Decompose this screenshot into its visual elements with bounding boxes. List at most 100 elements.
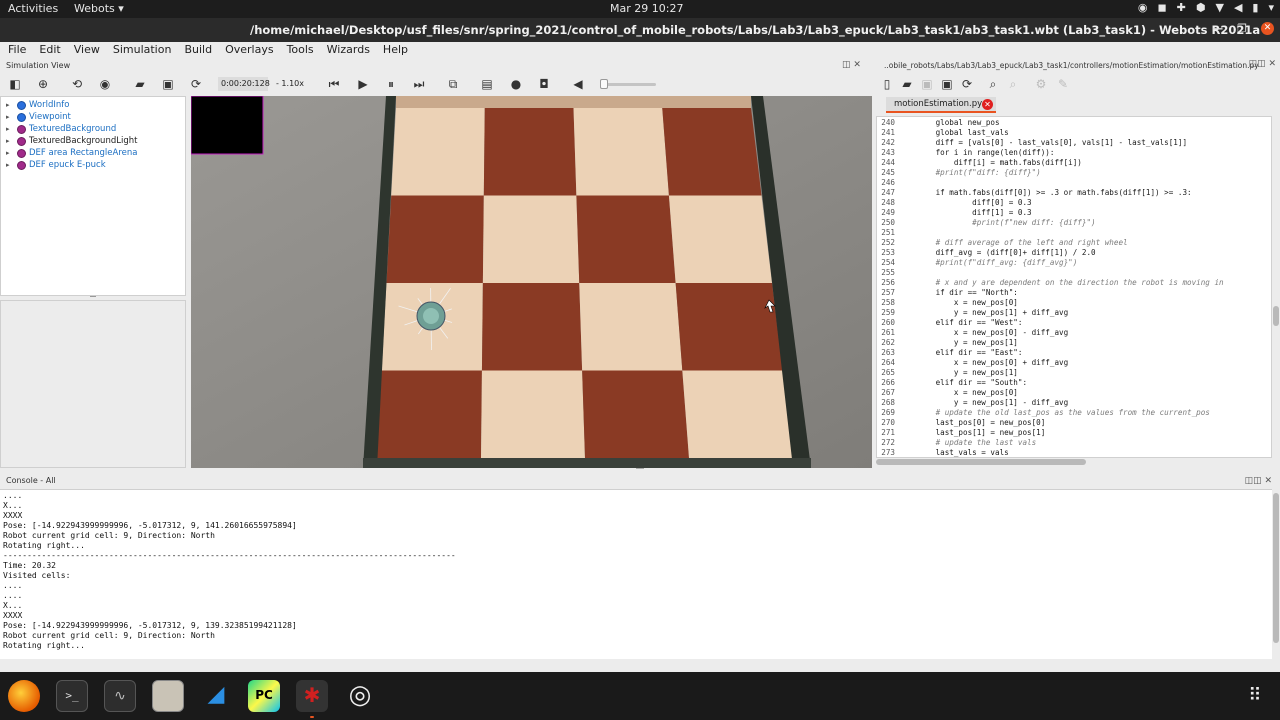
code-line[interactable]: 273 last_vals = vals [877, 448, 1008, 457]
close-tab-icon[interactable]: ✕ [982, 99, 993, 110]
activities-button[interactable]: Activities [8, 2, 58, 15]
wifi-icon[interactable]: ▼ [1215, 1, 1223, 14]
code-line[interactable]: 269 # update the old last_pos as the val… [877, 408, 1210, 418]
obs-icon[interactable]: ◎ [344, 680, 376, 712]
mute-icon[interactable]: ◀ [571, 76, 585, 92]
save-world-icon[interactable]: ▣ [161, 76, 175, 92]
battery-icon[interactable]: ▮ [1252, 1, 1258, 14]
record-icon[interactable]: ● [509, 76, 523, 92]
code-line[interactable]: 243 for i in range(len(diff)): [877, 148, 1054, 158]
add-node-icon[interactable]: ⊕ [36, 76, 50, 92]
code-line[interactable]: 246 [877, 178, 899, 188]
code-line[interactable]: 258 x = new_pos[0] [877, 298, 1018, 308]
code-line[interactable]: 261 x = new_pos[0] - diff_avg [877, 328, 1068, 338]
close-window-icon[interactable]: ✕ [1261, 22, 1274, 35]
3d-viewport[interactable] [191, 96, 872, 468]
code-line[interactable]: 260 elif dir == "West": [877, 318, 1022, 328]
build-icon[interactable]: ⚙ [1034, 76, 1048, 92]
code-line[interactable]: 271 last_pos[1] = new_pos[1] [877, 428, 1045, 438]
code-line[interactable]: 249 diff[1] = 0.3 [877, 208, 1031, 218]
toggle-scene-tree-icon[interactable]: ◧ [8, 76, 22, 92]
webots-icon[interactable]: ✱ [296, 680, 328, 712]
pause-icon[interactable]: ⏸ [384, 76, 398, 92]
step-back-icon[interactable]: ⏮ [327, 76, 341, 92]
find-icon[interactable]: ⌕ [986, 76, 1000, 92]
editor-float-icon[interactable]: ◫◫ ✕ [1249, 59, 1276, 69]
code-line[interactable]: 248 diff[0] = 0.3 [877, 198, 1031, 208]
tree-item-viewpoint[interactable]: ▸ Viewpoint [6, 111, 71, 123]
tree-item-worldinfo[interactable]: ▸ WorldInfo [6, 99, 69, 111]
revert-icon[interactable]: ⟳ [960, 76, 974, 92]
code-line[interactable]: 263 elif dir == "East": [877, 348, 1022, 358]
code-line[interactable]: 251 [877, 228, 899, 238]
minimize-icon[interactable]: — [1212, 22, 1223, 35]
tree-item-texturedbackground[interactable]: ▸ TexturedBackground [6, 123, 116, 135]
app-menu-button[interactable]: Webots ▾ [74, 2, 124, 15]
fast-forward-icon[interactable]: ⏭ [412, 76, 426, 92]
code-horizontal-scrollbar[interactable] [876, 458, 1272, 466]
expand-arrow-icon[interactable]: ▸ [6, 113, 14, 121]
reload-world-icon[interactable]: ⟳ [189, 76, 203, 92]
tree-item-rectanglearena[interactable]: ▸ DEF area RectangleArena [6, 147, 137, 159]
discord-icon[interactable]: ◼ [1158, 1, 1167, 14]
expand-arrow-icon[interactable]: ▸ [6, 149, 14, 157]
open-world-icon[interactable]: ▰ [133, 76, 147, 92]
show-applications-icon[interactable]: ⠿ [1244, 686, 1266, 708]
code-line[interactable]: 247 if math.fabs(diff[0]) >= .3 or math.… [877, 188, 1191, 198]
clock[interactable]: Mar 29 10:27 [610, 2, 683, 15]
save-as-icon[interactable]: ▣ [940, 76, 954, 92]
code-line[interactable]: 256 # x and y are dependent on the direc… [877, 278, 1223, 288]
menu-tools[interactable]: Tools [279, 42, 319, 58]
code-line[interactable]: 250 #print(f"new diff: {diff}") [877, 218, 1095, 228]
scrollbar-thumb[interactable] [1273, 493, 1279, 643]
code-line[interactable]: 242 diff = [vals[0] - last_vals[0], vals… [877, 138, 1187, 148]
shield-icon[interactable]: ⬢ [1196, 1, 1206, 14]
menu-wizards[interactable]: Wizards [319, 42, 375, 58]
save-file-icon[interactable]: ▣ [920, 76, 934, 92]
menu-help[interactable]: Help [375, 42, 413, 58]
code-line[interactable]: 253 diff_avg = (diff[0]+ diff[1]) / 2.0 [877, 248, 1095, 258]
code-line[interactable]: 241 global last_vals [877, 128, 1008, 138]
system-monitor-icon[interactable]: ∿ [104, 680, 136, 712]
code-line[interactable]: 267 x = new_pos[0] [877, 388, 1018, 398]
console-float-icon[interactable]: ◫◫ ✕ [1245, 476, 1272, 486]
new-file-icon[interactable]: ▯ [880, 76, 894, 92]
vscode-icon[interactable]: ◢ [200, 680, 232, 712]
code-line[interactable]: 257 if dir == "North": [877, 288, 1018, 298]
expand-arrow-icon[interactable]: ▸ [6, 137, 14, 145]
eye-icon[interactable]: ◉ [98, 76, 112, 92]
code-line[interactable]: 254 #print(f"diff_avg: {diff_avg}") [877, 258, 1077, 268]
menu-file[interactable]: File [0, 42, 31, 58]
restore-icon[interactable]: ❐ [1237, 22, 1247, 35]
menu-view[interactable]: View [66, 42, 105, 58]
tree-item-epuck[interactable]: ▸ DEF epuck E-puck [6, 159, 106, 171]
volume-slider-handle[interactable] [600, 79, 608, 89]
pycharm-icon[interactable]: PC [248, 680, 280, 712]
chrome-icon[interactable]: ◉ [1138, 1, 1148, 14]
code-line[interactable]: 268 y = new_pos[1] - diff_avg [877, 398, 1068, 408]
viewport-splitter[interactable] [636, 468, 644, 472]
code-line[interactable]: 259 y = new_pos[1] + diff_avg [877, 308, 1068, 318]
arena-render[interactable] [191, 96, 872, 468]
tree-item-texturedbackgroundlight[interactable]: ▸ TexturedBackgroundLight [6, 135, 137, 147]
open-file-icon[interactable]: ▰ [900, 76, 914, 92]
code-line[interactable]: 255 [877, 268, 899, 278]
screenshot-icon[interactable]: ◘ [537, 76, 551, 92]
code-line[interactable]: 244 diff[i] = math.fabs(diff[i]) [877, 158, 1082, 168]
files-icon[interactable] [152, 680, 184, 712]
code-vertical-scrollbar[interactable] [1272, 116, 1280, 458]
console-scrollbar[interactable] [1272, 489, 1280, 659]
code-line[interactable]: 240 global new_pos [877, 118, 999, 128]
reset-node-icon[interactable]: ⟲ [70, 76, 84, 92]
volume-icon[interactable]: ◀ [1234, 1, 1242, 14]
expand-arrow-icon[interactable]: ▸ [6, 101, 14, 109]
play-icon[interactable]: ▶ [356, 76, 370, 92]
panel-float-icon[interactable]: ◫ ✕ [842, 60, 861, 70]
scrollbar-thumb[interactable] [876, 459, 1086, 465]
code-line[interactable]: 270 last_pos[0] = new_pos[0] [877, 418, 1045, 428]
firefox-icon[interactable] [8, 680, 40, 712]
expand-arrow-icon[interactable]: ▸ [6, 125, 14, 133]
code-line[interactable]: 262 y = new_pos[1] [877, 338, 1018, 348]
code-editor[interactable]: 240 global new_pos 241 global last_vals 24… [876, 116, 1272, 458]
bluetooth-app-icon[interactable]: ✚ [1177, 1, 1186, 14]
